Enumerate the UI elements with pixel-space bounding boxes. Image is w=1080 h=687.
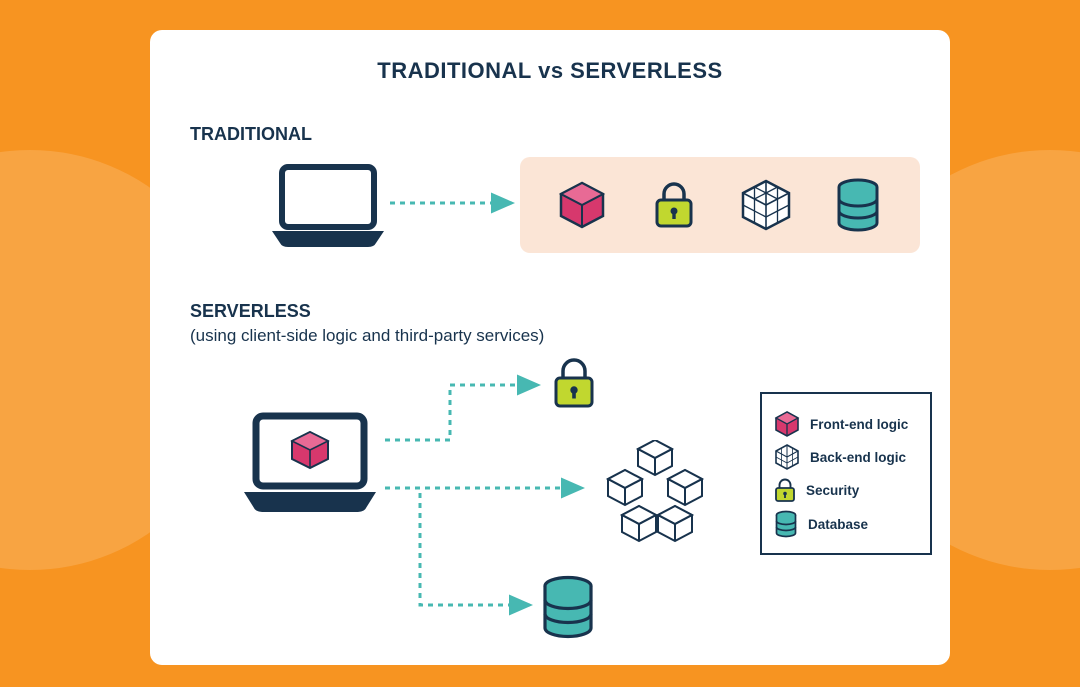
- database-icon: [774, 510, 798, 538]
- arrow-to-database: [385, 488, 530, 605]
- legend-frontend-label: Front-end logic: [810, 417, 908, 432]
- diagram-card: TRADITIONAL vs SERVERLESS TRADITIONAL: [150, 30, 950, 665]
- arrow-to-security: [385, 385, 538, 440]
- backend-cube-icon: [738, 177, 794, 233]
- diagram-title: TRADITIONAL vs SERVERLESS: [190, 58, 910, 84]
- legend-backend-label: Back-end logic: [810, 450, 906, 465]
- backend-cubes-cluster-icon: [590, 440, 720, 565]
- frontend-cube-icon: [774, 411, 800, 437]
- legend-security: Security: [774, 477, 918, 503]
- laptop-icon: [268, 161, 388, 256]
- legend-security-label: Security: [806, 483, 859, 498]
- traditional-heading: TRADITIONAL: [190, 124, 910, 145]
- database-icon: [830, 177, 886, 233]
- traditional-row: [190, 151, 910, 271]
- legend-database-label: Database: [808, 517, 868, 532]
- legend-backend: Back-end logic: [774, 444, 918, 470]
- legend-box: Front-end logic Back-end logic S: [760, 392, 932, 555]
- backend-cube-icon: [774, 444, 800, 470]
- frontend-cube-icon: [554, 177, 610, 233]
- database-icon: [540, 575, 596, 644]
- serverless-subtitle: (using client-side logic and third-party…: [190, 326, 910, 346]
- serverless-heading: SERVERLESS: [190, 301, 910, 322]
- lock-icon: [646, 177, 702, 233]
- lock-icon: [774, 477, 796, 503]
- laptop-with-frontend-icon: [240, 410, 380, 520]
- legend-database: Database: [774, 510, 918, 538]
- legend-frontend: Front-end logic: [774, 411, 918, 437]
- traditional-server-group: [520, 157, 920, 253]
- security-lock-icon: [550, 355, 598, 416]
